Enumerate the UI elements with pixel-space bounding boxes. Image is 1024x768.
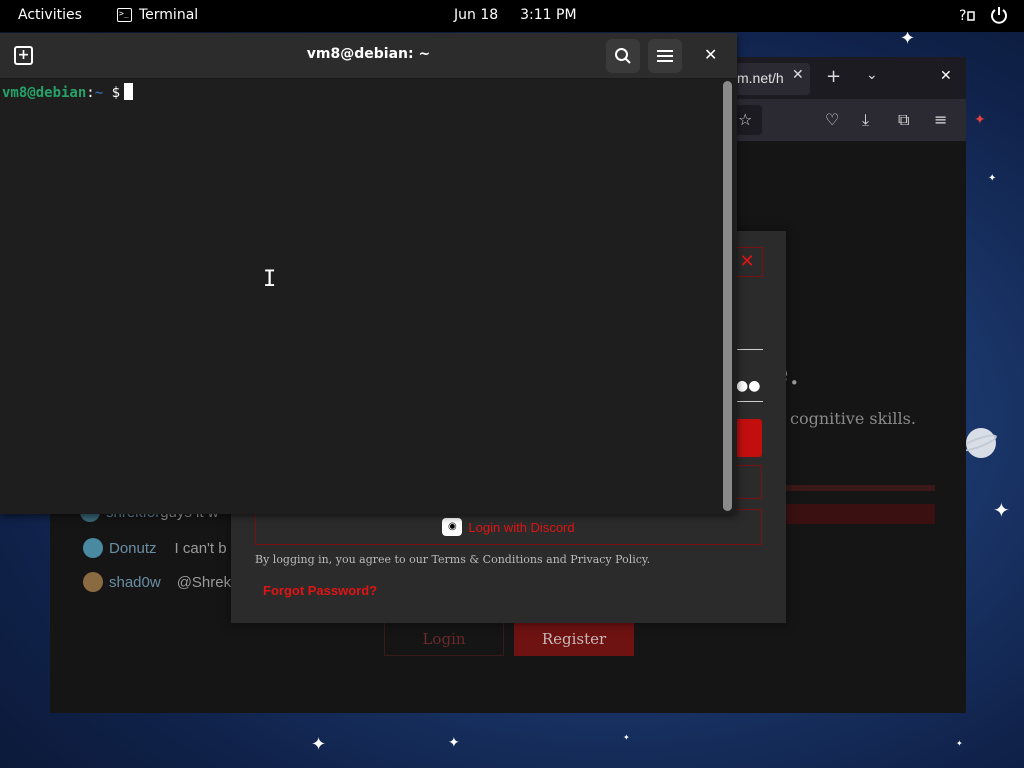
shell-prompt: vm8@debian:~ $	[2, 83, 134, 101]
chat-row: Donutz I can't b	[83, 538, 227, 558]
page-subtext: cognitive skills.	[790, 409, 916, 428]
chat-message: @Shrek	[176, 573, 232, 591]
system-tray[interactable]: ?	[958, 6, 1008, 24]
close-icon[interactable]: ✕	[704, 45, 717, 64]
text-cursor	[124, 83, 134, 100]
ibeam-cursor-icon: I	[263, 267, 277, 292]
hamburger-icon	[657, 50, 673, 62]
app-menu[interactable]: >_ Terminal	[117, 7, 198, 23]
svg-text:?: ?	[959, 8, 966, 24]
avatar	[83, 538, 103, 558]
menu-button[interactable]	[648, 39, 682, 73]
login-button[interactable]: Login	[384, 622, 504, 656]
browser-close-icon[interactable]: ✕	[940, 68, 952, 84]
clock-time: 3:11 PM	[520, 7, 577, 23]
star-decoration: ✦	[956, 739, 963, 748]
star-decoration: ✦	[988, 173, 997, 184]
power-icon[interactable]	[990, 6, 1008, 24]
tab-close-icon[interactable]: ✕	[792, 67, 804, 83]
prompt-dollar-text: $	[111, 85, 121, 101]
password-mask: ●●	[736, 378, 761, 394]
extensions-icon[interactable]: ⧉	[898, 110, 909, 130]
star-decoration: ✦	[974, 112, 986, 128]
search-icon	[615, 48, 631, 64]
discord-login-button[interactable]: ◉ Login with Discord	[255, 509, 762, 545]
terminal-scrollbar[interactable]	[723, 81, 732, 511]
search-button[interactable]	[606, 39, 640, 73]
star-decoration: ✦	[311, 734, 327, 755]
tab-title: m.net/h	[737, 70, 784, 86]
terminal-window[interactable]: + vm8@debian: ~ ✕ vm8@debian:~ $ I	[0, 33, 737, 514]
chevron-down-icon[interactable]: ⌄	[866, 67, 878, 83]
prompt-separator: :	[86, 85, 95, 101]
terminal-body[interactable]: vm8@debian:~ $ I	[0, 79, 722, 514]
activities-button[interactable]: Activities	[18, 7, 82, 23]
prompt-path: ~	[94, 85, 104, 101]
chat-message: I can't b	[174, 539, 227, 557]
page-decoration-bar	[780, 485, 935, 491]
avatar	[83, 572, 103, 592]
terms-text: By logging in, you agree to our Terms & …	[255, 553, 651, 566]
download-icon[interactable]: ⤓	[862, 110, 869, 130]
star-decoration: ✦	[623, 733, 630, 742]
discord-login-label: Login with Discord	[468, 519, 575, 535]
prompt-user: vm8@debian	[2, 85, 87, 101]
prompt-dollar: $	[103, 85, 120, 101]
accessibility-icon[interactable]: ?	[958, 6, 976, 24]
terminal-app-icon: >_	[117, 8, 132, 22]
clock-date: Jun 18	[454, 7, 499, 23]
chat-username[interactable]: shad0w	[109, 574, 161, 591]
page-decoration-bar	[780, 504, 935, 524]
chat-username[interactable]: Donutz	[109, 540, 157, 557]
bookmark-star-icon[interactable]: ☆	[738, 110, 752, 129]
app-menu-label: Terminal	[139, 7, 199, 23]
forgot-password-link[interactable]: Forgot Password?	[263, 583, 377, 598]
star-decoration: ✦	[993, 498, 1010, 522]
star-decoration: ✦	[448, 735, 460, 751]
register-button[interactable]: Register	[514, 622, 634, 656]
discord-icon: ◉	[442, 518, 463, 536]
chat-row: shad0w @Shrek	[83, 572, 231, 592]
menu-icon[interactable]: ≡	[934, 110, 947, 129]
clock[interactable]: Jun 18 3:11 PM	[454, 7, 577, 23]
top-bar: Activities >_ Terminal Jun 18 3:11 PM ?	[0, 0, 1024, 32]
pocket-icon[interactable]: ♡	[825, 110, 839, 129]
terminal-header[interactable]: + vm8@debian: ~ ✕	[0, 33, 737, 79]
new-tab-icon[interactable]: +	[826, 66, 841, 87]
star-decoration: ✦	[900, 28, 916, 49]
